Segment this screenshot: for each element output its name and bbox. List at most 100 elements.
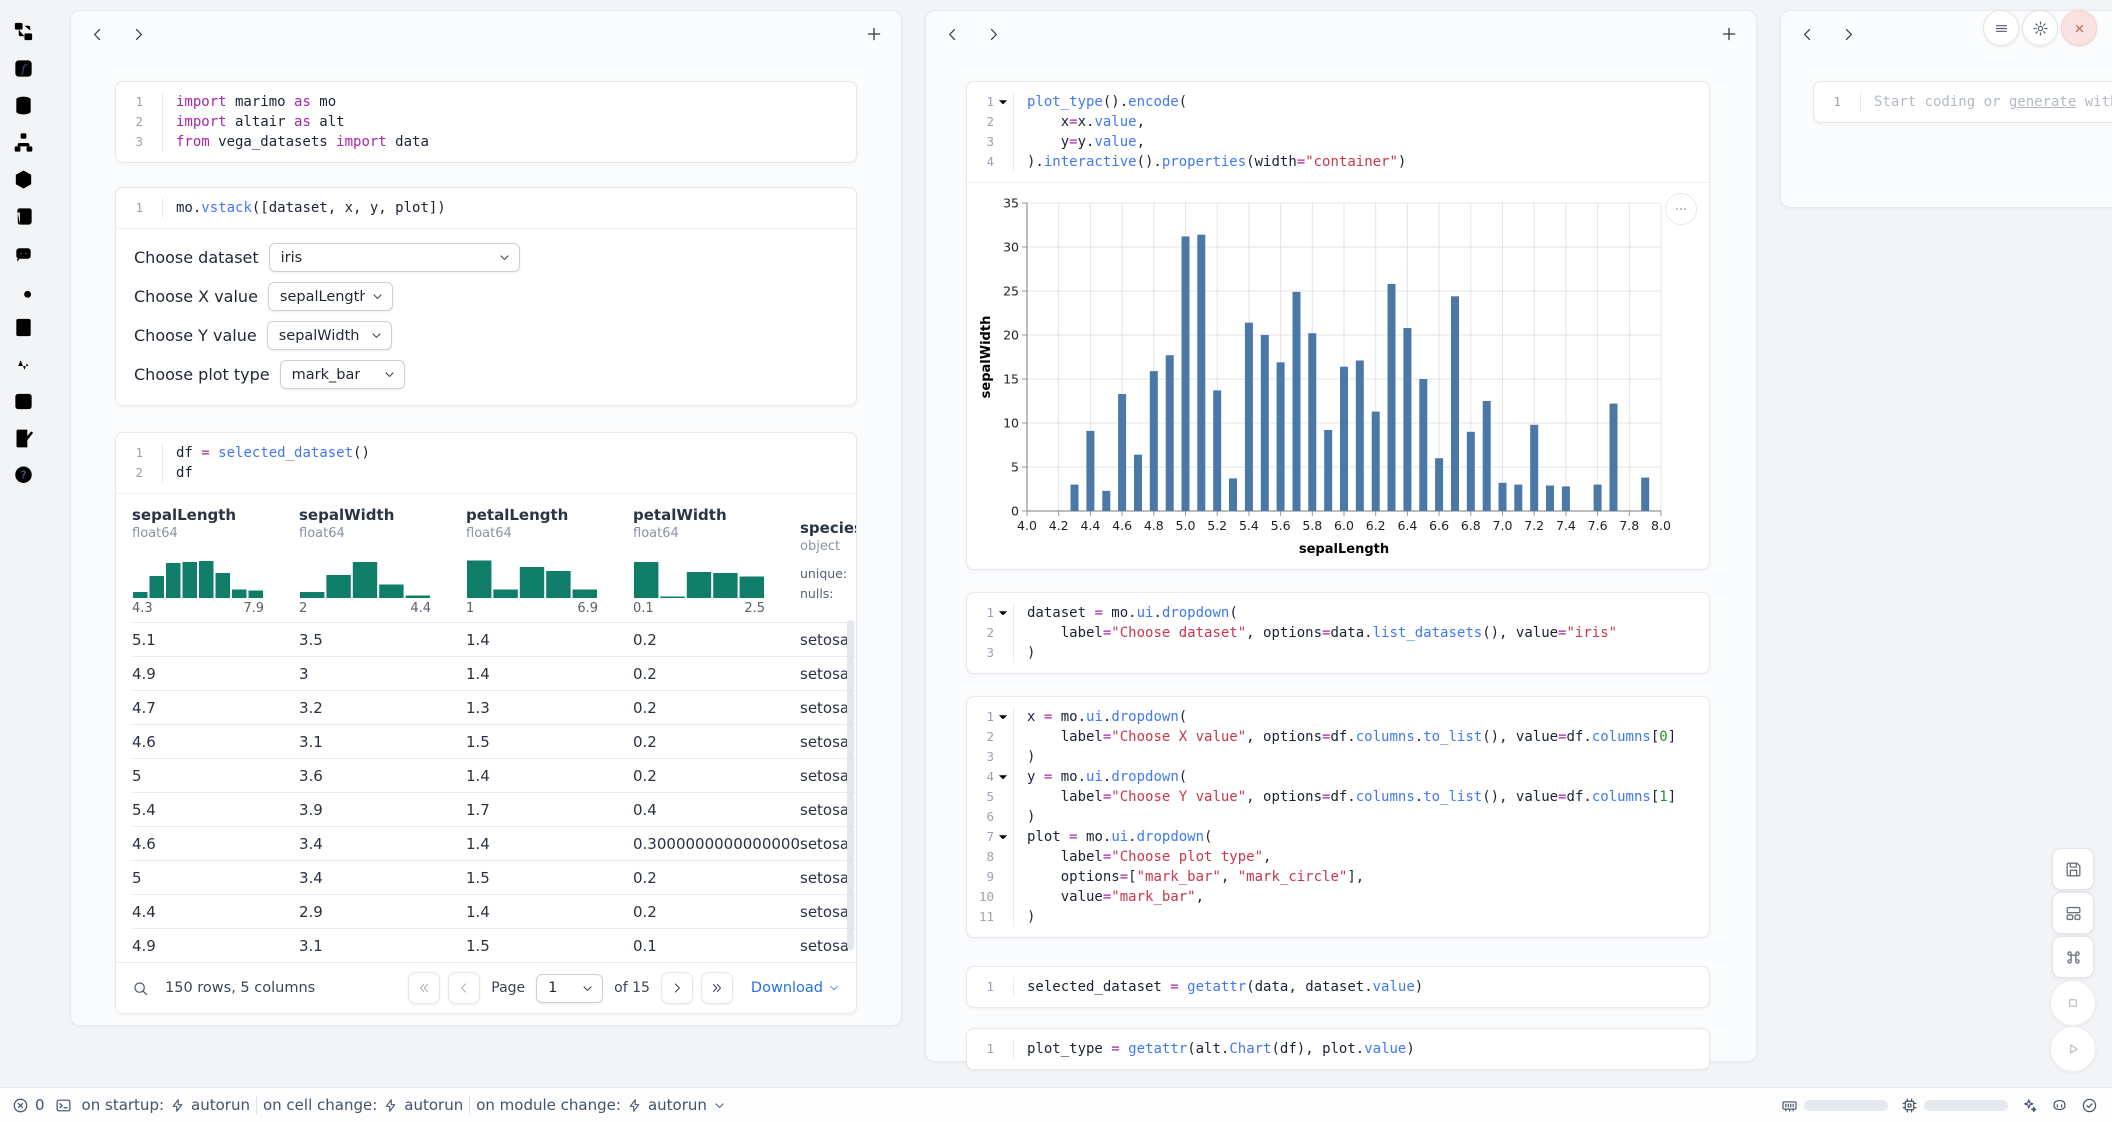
add-cell-button[interactable] (865, 25, 883, 43)
notebook-icon[interactable] (12, 427, 35, 450)
page-select[interactable]: 1 (536, 974, 603, 1003)
fold-icon[interactable] (996, 710, 1010, 724)
download-button[interactable]: Download (751, 980, 840, 996)
code-line[interactable]: 2import altair as alt (116, 112, 856, 132)
fold-icon[interactable] (996, 95, 1010, 109)
prev-page-button[interactable] (448, 972, 480, 1004)
chart-actions-button[interactable] (1665, 193, 1697, 225)
code-line[interactable]: 1selected_dataset = getattr(data, datase… (967, 977, 1709, 997)
panel-back-button[interactable] (944, 26, 961, 43)
code-line[interactable]: 11) (967, 907, 1709, 927)
code-line[interactable]: 1df = selected_dataset() (116, 443, 856, 463)
code-line[interactable]: 4).interactive().properties(width="conta… (967, 152, 1709, 172)
code-line[interactable]: 1dataset = mo.ui.dropdown( (967, 603, 1709, 623)
file-explorer-icon[interactable] (12, 20, 35, 43)
code-line[interactable]: 6) (967, 807, 1709, 827)
code-line[interactable]: 4y = mo.ui.dropdown( (967, 767, 1709, 787)
connection-status-button[interactable] (2081, 1097, 2098, 1114)
code-editor[interactable]: 1dataset = mo.ui.dropdown(2 label="Choos… (967, 593, 1709, 673)
layout-button[interactable] (2052, 892, 2094, 934)
terminal-button[interactable] (55, 1097, 72, 1114)
code-editor[interactable]: 1df = selected_dataset()2df (116, 433, 856, 493)
code-line[interactable]: 3 y=y.value, (967, 132, 1709, 152)
code-line[interactable]: 1mo.vstack([dataset, x, y, plot]) (116, 198, 856, 218)
stop-button[interactable] (2050, 980, 2096, 1026)
add-cell-button[interactable] (1720, 25, 1738, 43)
cpu-usage[interactable] (1901, 1097, 2008, 1114)
code-editor[interactable]: 1import marimo as mo2import altair as al… (116, 82, 856, 162)
datasources-icon[interactable] (12, 94, 35, 117)
packages-icon[interactable] (12, 168, 35, 191)
first-page-button[interactable] (408, 972, 440, 1004)
code-line[interactable]: 1x = mo.ui.dropdown( (967, 707, 1709, 727)
code-line[interactable]: 2 label="Choose X value", options=df.col… (967, 727, 1709, 747)
code-line[interactable]: 7plot = mo.ui.dropdown( (967, 827, 1709, 847)
shutdown-button[interactable] (2061, 10, 2097, 46)
dropdown-choose-dataset[interactable]: iris (269, 243, 520, 272)
code-line[interactable]: 9 options=["mark_bar", "mark_circle"], (967, 867, 1709, 887)
code-editor[interactable]: 1x = mo.ui.dropdown(2 label="Choose X va… (967, 697, 1709, 937)
code-line[interactable]: 1plot_type = getattr(alt.Chart(df), plot… (967, 1039, 1709, 1059)
chart-output[interactable]: 4.04.24.44.64.85.05.25.45.65.86.06.26.46… (967, 182, 1709, 569)
code-line[interactable]: 2 label="Choose dataset", options=data.l… (967, 623, 1709, 643)
column-header-species[interactable]: speciesobjectunique:nulls: (800, 494, 856, 623)
snippets-icon[interactable] (12, 390, 35, 413)
run-setting-on-module-change[interactable]: on module change:autorun (476, 1096, 726, 1114)
run-all-button[interactable] (2050, 1026, 2096, 1072)
code-editor[interactable]: 1plot_type().encode(2 x=x.value,3 y=y.va… (967, 82, 1709, 182)
code-line[interactable]: 3) (967, 643, 1709, 663)
code-editor[interactable]: 1mo.vstack([dataset, x, y, plot]) (116, 188, 856, 228)
code-editor[interactable]: 1selected_dataset = getattr(data, datase… (967, 967, 1709, 1007)
scratchpad-icon[interactable] (12, 279, 35, 302)
code-line[interactable]: 10 value="mark_bar", (967, 887, 1709, 907)
ai-assistant-button[interactable] (2021, 1097, 2038, 1114)
help-icon[interactable]: ? (12, 464, 35, 487)
functions-icon[interactable]: f (12, 57, 35, 80)
code-line[interactable]: 1plot_type().encode( (967, 92, 1709, 112)
column-header-sepalLength[interactable]: sepalLengthfloat644.37.9 (132, 494, 299, 623)
menu-button[interactable] (1983, 10, 2019, 46)
ai-chat-icon[interactable] (12, 242, 35, 265)
code-editor[interactable]: 1plot_type = getattr(alt.Chart(df), plot… (967, 1029, 1709, 1069)
column-header-petalLength[interactable]: petalLengthfloat6416.9 (466, 494, 633, 623)
code-line[interactable]: 3) (967, 747, 1709, 767)
panel-back-button[interactable] (1799, 26, 1816, 43)
code-line[interactable]: 2 x=x.value, (967, 112, 1709, 132)
error-indicator[interactable]: 0 (12, 1096, 45, 1114)
code-line[interactable]: 8 label="Choose plot type", (967, 847, 1709, 867)
memory-usage[interactable] (1781, 1097, 1888, 1114)
panel-forward-button[interactable] (985, 26, 1002, 43)
column-header-sepalWidth[interactable]: sepalWidthfloat6424.4 (299, 494, 466, 623)
column-header-petalWidth[interactable]: petalWidthfloat640.12.5 (633, 494, 800, 623)
tracing-icon[interactable] (12, 353, 35, 376)
run-setting-on-startup[interactable]: on startup:autorun (82, 1096, 250, 1114)
run-setting-on-cell-change[interactable]: on cell change:autorun (263, 1096, 463, 1114)
keyboard-shortcuts-button[interactable] (2052, 936, 2094, 978)
dependency-graph-icon[interactable] (12, 131, 35, 154)
panel-back-button[interactable] (89, 26, 106, 43)
last-page-button[interactable] (701, 972, 733, 1004)
settings-button[interactable] (2022, 10, 2058, 46)
code-line[interactable]: 5 label="Choose Y value", options=df.col… (967, 787, 1709, 807)
dropdown-choose-plot-type[interactable]: mark_bar (280, 360, 405, 389)
fold-icon[interactable] (996, 830, 1010, 844)
dropdown-choose-x-value[interactable]: sepalLength (268, 282, 393, 311)
fold-icon[interactable] (996, 606, 1010, 620)
code-line[interactable]: 1import marimo as mo (116, 92, 856, 112)
code-line[interactable]: 3from vega_datasets import data (116, 132, 856, 152)
bar-chart[interactable]: 4.04.24.44.64.85.05.25.45.65.86.06.26.46… (977, 191, 1677, 559)
table-scrollbar[interactable] (847, 620, 854, 950)
search-icon[interactable] (132, 980, 149, 997)
next-page-button[interactable] (661, 972, 693, 1004)
logs-icon[interactable] (12, 205, 35, 228)
save-button[interactable] (2052, 848, 2094, 890)
documentation-icon[interactable] (12, 316, 35, 339)
dropdown-choose-y-value[interactable]: sepalWidth (267, 321, 392, 350)
panel-forward-button[interactable] (130, 26, 147, 43)
code-editor[interactable]: 1 Start coding or generate with (1814, 82, 2112, 122)
generate-with-ai-link[interactable]: generate (2009, 94, 2076, 110)
code-line[interactable]: 2df (116, 463, 856, 483)
panel-forward-button[interactable] (1840, 26, 1857, 43)
fold-icon[interactable] (996, 770, 1010, 784)
copilot-button[interactable] (2051, 1097, 2068, 1114)
